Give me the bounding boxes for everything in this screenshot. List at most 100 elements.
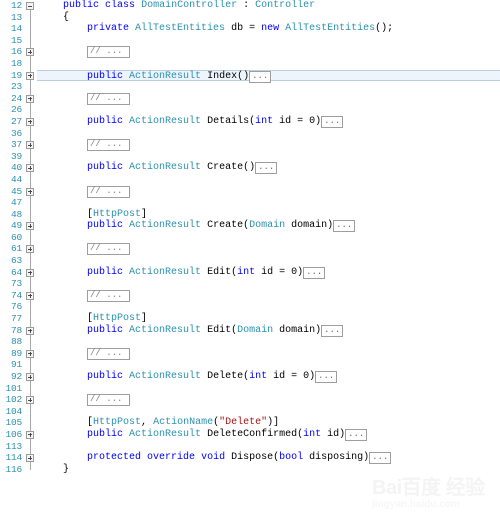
expand-region-icon[interactable]: [26, 454, 34, 463]
expand-region-icon[interactable]: [26, 268, 34, 277]
code-line-text[interactable]: private AllTestEntities db = new AllTest…: [37, 23, 500, 35]
code-line[interactable]: 45 // ...: [0, 185, 500, 198]
code-line[interactable]: 76: [0, 301, 500, 314]
code-line-text[interactable]: [HttpPost]: [37, 313, 500, 325]
expand-region-icon[interactable]: [26, 430, 34, 439]
code-line-text[interactable]: public class DomainController : Controll…: [37, 0, 500, 12]
code-line-text[interactable]: {: [37, 12, 500, 24]
code-line-text[interactable]: [37, 35, 500, 47]
expand-region-icon[interactable]: [26, 349, 34, 358]
expand-region-icon[interactable]: [26, 164, 34, 173]
code-line-text[interactable]: [37, 336, 500, 348]
code-line[interactable]: 44: [0, 173, 500, 186]
code-line-text[interactable]: [37, 128, 500, 140]
code-line-text[interactable]: public ActionResult Index()...: [37, 69, 500, 83]
collapsed-region-box[interactable]: ...: [333, 220, 356, 233]
code-line-text[interactable]: // ...: [37, 185, 500, 198]
code-line[interactable]: 48 [HttpPost]: [0, 208, 500, 221]
collapsed-region-box[interactable]: ...: [369, 452, 392, 465]
code-line-text[interactable]: [37, 174, 500, 186]
collapsed-region-box[interactable]: ...: [321, 115, 344, 128]
code-line[interactable]: 114 protected override void Dispose(bool…: [0, 452, 500, 465]
code-line-text[interactable]: // ...: [37, 394, 500, 407]
code-line-text[interactable]: [37, 81, 500, 93]
code-line[interactable]: 47: [0, 197, 500, 209]
collapsed-region-box[interactable]: ...: [303, 266, 326, 279]
code-line[interactable]: 12 public class DomainController : Contr…: [0, 0, 500, 12]
code-line-text[interactable]: public ActionResult Edit(Domain domain).…: [37, 324, 500, 337]
expand-region-icon[interactable]: [26, 222, 34, 231]
expand-region-icon[interactable]: [26, 245, 34, 254]
code-line[interactable]: 16 // ...: [0, 46, 500, 59]
code-line-text[interactable]: [37, 359, 500, 371]
code-line-text[interactable]: [HttpPost]: [37, 209, 500, 221]
code-line[interactable]: 102 // ...: [0, 394, 500, 407]
code-line-text[interactable]: public ActionResult Delete(int id = 0)..…: [37, 371, 500, 383]
code-line-text[interactable]: [37, 278, 500, 290]
expand-region-icon[interactable]: [26, 326, 34, 335]
code-line[interactable]: 19 public ActionResult Index()...: [0, 69, 500, 83]
expand-region-icon[interactable]: [26, 141, 34, 150]
code-line[interactable]: 91: [0, 359, 500, 371]
code-line[interactable]: 49 public ActionResult Create(Domain dom…: [0, 220, 500, 233]
code-line-text[interactable]: }: [37, 464, 500, 476]
code-line-text[interactable]: [37, 232, 500, 244]
code-line[interactable]: 18: [0, 57, 500, 70]
collapsed-region-box[interactable]: // ...: [87, 394, 131, 407]
code-line-text[interactable]: [37, 197, 500, 209]
code-line-text[interactable]: [HttpPost, ActionName("Delete")]: [37, 417, 500, 429]
code-line[interactable]: 73: [0, 278, 500, 290]
code-line-text[interactable]: public ActionResult Create()...: [37, 162, 500, 175]
code-line-text[interactable]: // ...: [37, 46, 500, 59]
code-line-text[interactable]: public ActionResult Details(int id = 0).…: [37, 115, 500, 128]
code-line[interactable]: 39: [0, 150, 500, 163]
code-line-text[interactable]: public ActionResult Create(Domain domain…: [37, 220, 500, 233]
collapsed-region-box[interactable]: ...: [321, 324, 344, 337]
collapsed-region-box[interactable]: // ...: [87, 243, 131, 256]
code-line-text[interactable]: [37, 301, 500, 313]
code-line[interactable]: 116 }: [0, 463, 500, 476]
expand-region-icon[interactable]: [26, 71, 34, 80]
code-line[interactable]: 78 public ActionResult Edit(Domain domai…: [0, 324, 500, 337]
code-editor-surface[interactable]: 12 public class DomainController : Contr…: [0, 0, 500, 523]
collapsed-region-box[interactable]: // ...: [87, 139, 131, 152]
code-line[interactable]: 92 public ActionResult Delete(int id = 0…: [0, 371, 500, 383]
code-line-text[interactable]: [37, 383, 500, 395]
expand-region-icon[interactable]: [26, 373, 34, 381]
code-line-text[interactable]: protected override void Dispose(bool dis…: [37, 452, 500, 465]
code-line-text[interactable]: // ...: [37, 92, 500, 105]
code-line[interactable]: 89 // ...: [0, 347, 500, 360]
code-line-text[interactable]: public ActionResult Edit(int id = 0)...: [37, 266, 500, 279]
code-line[interactable]: 106 public ActionResult DeleteConfirmed(…: [0, 428, 500, 441]
code-line[interactable]: 36: [0, 127, 500, 140]
expand-region-icon[interactable]: [26, 94, 34, 103]
code-line[interactable]: 77 [HttpPost]: [0, 313, 500, 325]
code-line[interactable]: 26: [0, 104, 500, 116]
expand-region-icon[interactable]: [26, 117, 34, 126]
code-line[interactable]: 63: [0, 255, 500, 267]
code-line-text[interactable]: [37, 58, 500, 70]
collapsed-region-box[interactable]: ...: [255, 162, 278, 175]
code-line[interactable]: 113: [0, 440, 500, 453]
code-line[interactable]: 60: [0, 231, 500, 244]
code-line[interactable]: 40 public ActionResult Create()...: [0, 162, 500, 175]
code-line-text[interactable]: [37, 255, 500, 267]
code-line[interactable]: 88: [0, 336, 500, 348]
collapsed-region-box[interactable]: // ...: [87, 347, 131, 360]
code-line-text[interactable]: [37, 406, 500, 418]
code-line[interactable]: 37 // ...: [0, 139, 500, 152]
collapsed-region-box[interactable]: // ...: [87, 46, 131, 59]
code-line[interactable]: 105 [HttpPost, ActionName("Delete")]: [0, 417, 500, 429]
code-line[interactable]: 15: [0, 34, 500, 47]
code-line[interactable]: 14 private AllTestEntities db = new AllT…: [0, 23, 500, 35]
collapse-region-icon[interactable]: [26, 2, 34, 10]
collapsed-region-box[interactable]: ...: [315, 371, 338, 383]
code-line[interactable]: 104: [0, 405, 500, 418]
expand-region-icon[interactable]: [26, 48, 34, 57]
collapsed-region-box[interactable]: // ...: [87, 289, 131, 302]
expand-region-icon[interactable]: [26, 291, 34, 300]
collapsed-region-box[interactable]: // ...: [87, 92, 131, 105]
code-line[interactable]: 101: [0, 382, 500, 395]
code-line-text[interactable]: // ...: [37, 289, 500, 302]
code-line-text[interactable]: // ...: [37, 243, 500, 256]
